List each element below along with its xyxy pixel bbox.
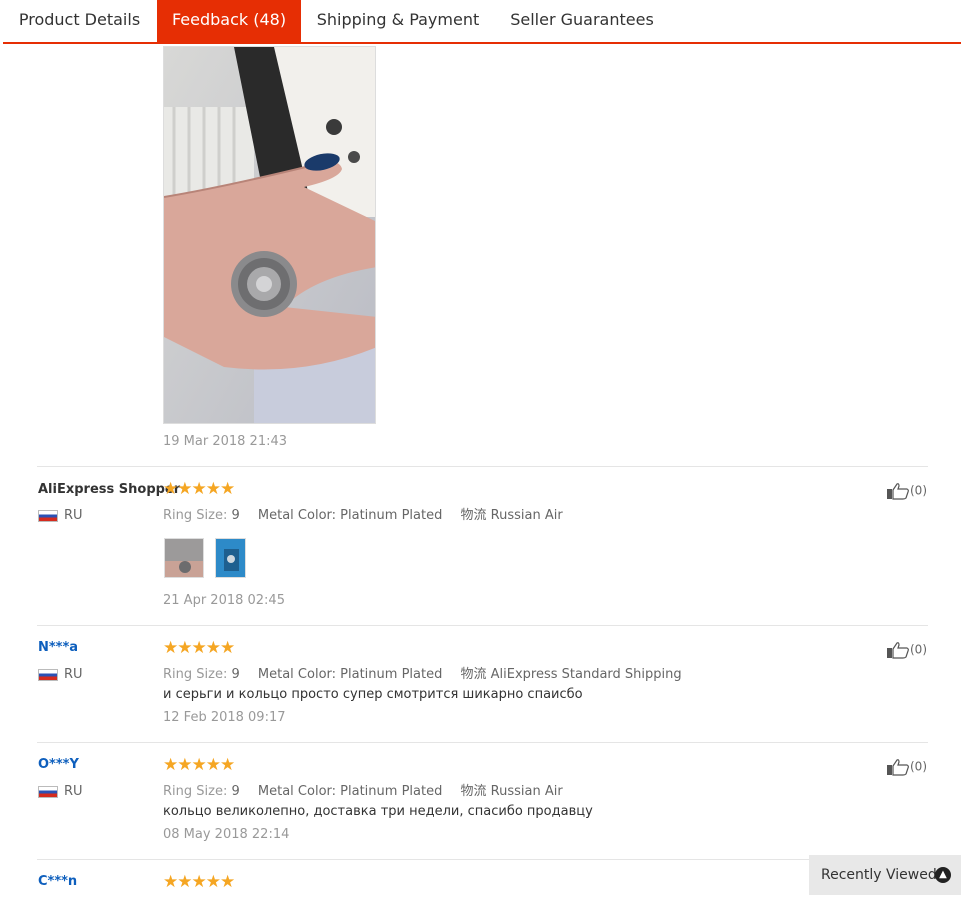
review-photo-large[interactable] <box>163 46 376 424</box>
thumbs-up-icon <box>887 642 909 659</box>
russia-flag-icon <box>38 668 58 681</box>
review-text: кольцо великолепно, доставка три недели,… <box>163 804 593 819</box>
recently-viewed-label: Recently Viewed <box>821 867 937 883</box>
photo-thumbnail-icon <box>165 539 203 577</box>
reviewer-country: RU <box>38 667 83 682</box>
reviewer-name[interactable]: C***n <box>38 874 77 889</box>
review-date: 08 May 2018 22:14 <box>163 827 290 842</box>
photo-thumbnail-icon <box>216 539 245 577</box>
review-date: 19 Mar 2018 21:43 <box>163 434 288 449</box>
reviewer-country: RU <box>38 784 83 799</box>
helpful-button[interactable]: (0) <box>886 641 927 659</box>
helpful-button[interactable]: (0) <box>886 758 927 776</box>
star-rating: ★★★★★ <box>163 872 235 892</box>
review-attributes: Ring Size: 9 Metal Color: Platinum Plate… <box>163 667 682 682</box>
star-rating: ★★★★★ <box>163 755 235 775</box>
tab-seller-guarantees[interactable]: Seller Guarantees <box>496 0 668 42</box>
tab-shipping-payment[interactable]: Shipping & Payment <box>303 0 493 42</box>
reviewer-name: AliExpress Shopper <box>38 482 181 497</box>
hand-ring-photo <box>164 47 375 423</box>
review-date: 21 Apr 2018 02:45 <box>163 593 285 608</box>
review-attributes: Ring Size: 9 Metal Color: Platinum Plate… <box>163 784 563 799</box>
thumbs-up-icon <box>887 483 909 500</box>
reviewer-country: RU <box>38 508 83 523</box>
tab-feedback[interactable]: Feedback (48) <box>157 0 301 43</box>
review-divider <box>37 742 928 743</box>
review-thumbnail[interactable] <box>164 538 204 578</box>
thumbs-up-icon <box>887 759 909 776</box>
reviewer-name[interactable]: O***Y <box>38 757 79 772</box>
review-thumbnail[interactable] <box>215 538 246 578</box>
chevron-up-icon: ▲ <box>935 867 951 883</box>
helpful-button[interactable]: (0) <box>886 482 927 500</box>
reviewer-name[interactable]: N***a <box>38 640 78 655</box>
russia-flag-icon <box>38 509 58 522</box>
review-attributes: Ring Size: 9 Metal Color: Platinum Plate… <box>163 508 563 523</box>
tab-underline <box>3 42 961 44</box>
star-rating: ★★★★★ <box>163 638 235 658</box>
star-rating: ★★★★★ <box>163 479 235 499</box>
review-date: 12 Feb 2018 09:17 <box>163 710 286 725</box>
russia-flag-icon <box>38 785 58 798</box>
review-divider <box>37 625 928 626</box>
review-divider <box>37 859 928 860</box>
tab-bar: Product Details Feedback (48) Shipping &… <box>0 0 961 44</box>
review-text: и серьги и кольцо просто супер смотрится… <box>163 687 583 702</box>
review-divider <box>37 466 928 467</box>
tab-product-details[interactable]: Product Details <box>3 0 156 42</box>
recently-viewed-button[interactable]: Recently Viewed ▲ <box>809 855 961 895</box>
